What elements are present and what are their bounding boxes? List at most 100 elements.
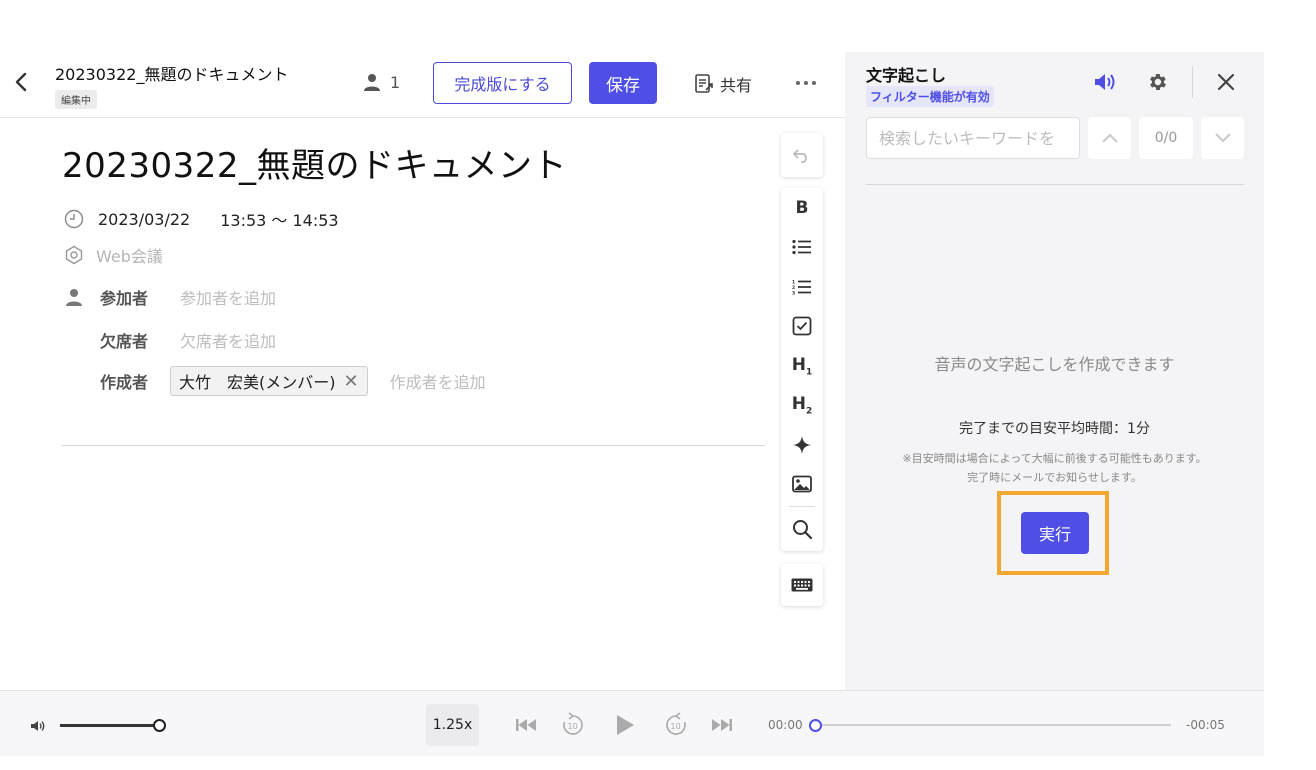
document-title[interactable]: 20230322_無題のドキュメント [62, 138, 567, 187]
skip-forward-icon [712, 719, 732, 731]
numbered-list-button[interactable]: 123 [781, 267, 823, 307]
attendees-add-field[interactable]: 参加者を追加 [180, 285, 276, 309]
person-icon [364, 74, 380, 91]
header-doc-title: 20230322_無題のドキュメント [55, 65, 289, 84]
undo-button[interactable] [781, 133, 823, 177]
svg-text:3: 3 [792, 290, 795, 295]
meeting-date: 2023/03/22 [98, 209, 191, 229]
seek-slider-handle[interactable] [809, 719, 822, 732]
absent-label: 欠席者 [100, 332, 149, 351]
forward-10-button[interactable]: 10 [663, 712, 689, 738]
forward-10-icon: 10 [666, 712, 686, 735]
filter-badge: フィルター機能が有効 [866, 86, 994, 107]
location-hex-icon [65, 245, 83, 265]
close-icon [1217, 73, 1235, 91]
more-options-button[interactable] [795, 72, 817, 94]
absent-add-field[interactable]: 欠席者を追加 [180, 328, 276, 352]
back-button[interactable] [10, 70, 32, 94]
transcript-search-input[interactable] [866, 117, 1080, 159]
status-badge: 編集中 [55, 90, 97, 109]
attendees-row: 参加者 参加者を追加 [64, 285, 276, 309]
keyboard-icon [791, 578, 813, 592]
skip-to-end-button[interactable] [710, 715, 734, 735]
more-horizontal-icon [796, 81, 816, 85]
clock-icon [64, 209, 84, 229]
remaining-time: -00:05 [1186, 718, 1225, 732]
panel-divider [866, 184, 1244, 185]
close-panel-button[interactable] [1216, 72, 1236, 96]
chevron-left-icon [15, 72, 27, 92]
share-button[interactable]: 共有 [694, 72, 752, 96]
creator-add-field[interactable]: 作成者を追加 [390, 369, 486, 393]
svg-text:10: 10 [671, 722, 681, 731]
gear-icon [1150, 74, 1166, 90]
panel-header-divider [1192, 66, 1193, 98]
heading1-icon: H1 [791, 354, 813, 377]
heading1-button[interactable]: H1 [781, 346, 823, 386]
speaker-icon [1095, 74, 1115, 90]
format-toolbar: B 123 H1 H2 [781, 188, 823, 551]
estimate-note: ※目安時間は場合によって大幅に前後する可能性もあります。 完了時にメールでお知ら… [845, 449, 1264, 487]
note-line-2: 完了時にメールでお知らせします。 [967, 471, 1142, 484]
current-time: 00:00 [768, 718, 803, 732]
image-icon [792, 475, 812, 493]
chevron-up-icon [1101, 133, 1118, 143]
skip-to-start-button[interactable] [514, 715, 538, 735]
search-button[interactable] [781, 509, 823, 549]
checkbox-icon [792, 316, 812, 336]
bullet-list-button[interactable] [781, 228, 823, 268]
remove-creator-icon[interactable]: ✕ [344, 371, 359, 392]
settings-button[interactable] [1146, 71, 1168, 97]
save-button[interactable]: 保存 [589, 62, 657, 104]
svg-text:10: 10 [568, 722, 578, 731]
next-match-button[interactable] [1201, 117, 1244, 159]
seek-track[interactable] [815, 724, 1171, 726]
run-button[interactable]: 実行 [1021, 512, 1089, 554]
playback-speed-button[interactable]: 1.25x [426, 704, 479, 746]
volume-slider-handle[interactable] [153, 719, 166, 732]
chevron-down-icon [1214, 133, 1231, 143]
heading2-icon: H2 [791, 394, 813, 417]
finalize-button[interactable]: 完成版にする [433, 62, 572, 104]
meeting-type-row[interactable]: Web会議 [64, 243, 163, 267]
undo-icon [793, 149, 807, 163]
participant-count: 1 [390, 72, 401, 92]
undo-toolbar [781, 133, 823, 177]
checklist-button[interactable] [781, 307, 823, 347]
bold-icon: B [795, 197, 809, 218]
toolbar-separator [789, 506, 815, 507]
svg-text:2: 2 [792, 285, 795, 291]
attendees-label: 参加者 [100, 289, 149, 308]
volume-icon [31, 721, 45, 731]
creator-chip: 大竹 宏美(メンバー) ✕ [170, 366, 368, 396]
header-divider [0, 117, 845, 118]
play-icon [617, 715, 634, 735]
play-button[interactable] [614, 713, 636, 737]
participant-count-button[interactable]: 1 [362, 72, 400, 92]
sparkle-icon [793, 435, 811, 454]
creator-label: 作成者 [100, 373, 149, 392]
absent-row: 欠席者 欠席者を追加 [64, 328, 276, 352]
audio-toggle-button[interactable] [1093, 71, 1119, 97]
creator-name: 大竹 宏美(メンバー) [179, 373, 336, 392]
keyboard-shortcuts-button[interactable] [781, 564, 823, 606]
note-line-1: ※目安時間は場合によって大幅に前後する可能性もあります。 [902, 452, 1207, 465]
panel-title: 文字起こし [866, 66, 947, 85]
volume-fill [60, 724, 160, 727]
rewind-10-icon: 10 [563, 712, 583, 735]
creator-row: 作成者 大竹 宏美(メンバー) ✕ 作成者を追加 [64, 366, 486, 396]
previous-match-button[interactable] [1088, 117, 1131, 159]
skip-back-icon [516, 719, 536, 731]
keyboard-toolbar [781, 564, 823, 606]
average-time-text: 完了までの目安平均時間：1分 [959, 421, 1150, 437]
ai-sparkle-button[interactable] [781, 425, 823, 465]
heading2-button[interactable]: H2 [781, 386, 823, 426]
bold-button[interactable]: B [781, 188, 823, 228]
volume-button[interactable] [30, 718, 48, 737]
date-time-row[interactable]: 2023/03/22 13:53 〜 14:53 [64, 207, 339, 231]
rewind-10-button[interactable]: 10 [560, 712, 586, 738]
document-divider [62, 445, 765, 446]
share-doc-icon [695, 74, 713, 93]
insert-image-button[interactable] [781, 465, 823, 505]
search-icon [793, 519, 812, 539]
